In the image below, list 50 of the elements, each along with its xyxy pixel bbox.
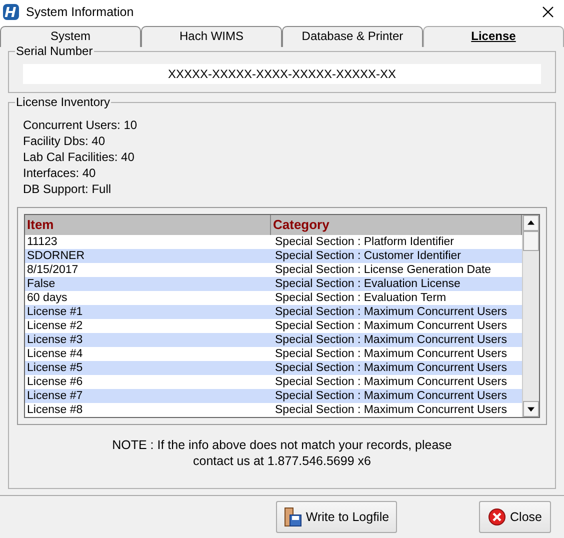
notebook-disk-icon [284,507,302,527]
table-cell-text: Special Section : Maximum Concurrent Users [274,333,508,347]
serial-number-field: XXXXX-XXXXX-XXXX-XXXXX-XXXXX-XX [23,64,541,84]
table-cell-text: Special Section : Maximum Concurrent Users [274,361,508,375]
table-cell-text: License #8 [26,403,84,417]
button[interactable]: Close [479,501,551,533]
table-cell-text: Special Section : Evaluation Term [274,291,448,305]
table-cell-text: Special Section : Evaluation License [274,277,462,291]
table-cell-text: Special Section : Maximum Concurrent Users [274,403,508,417]
column-header: Item [25,215,271,235]
tab[interactable]: License [423,26,564,47]
group-label: License Inventory [15,95,112,109]
scroll-down-icon[interactable] [523,401,539,417]
tab[interactable]: Hach WIMS [141,26,282,47]
inventory-line: Lab Cal Facilities: 40 [23,149,136,165]
scroll-up-icon[interactable] [523,215,539,231]
inventory-line: DB Support: Full [23,181,112,197]
group-label: Serial Number [15,44,94,58]
close-icon[interactable] [542,6,554,18]
tab[interactable]: System [0,26,141,47]
table-cell-text: Special Section : Maximum Concurrent Users [274,319,508,333]
table-cell-text: 60 days [26,291,68,305]
window-title: System Information [26,5,135,19]
note-text: NOTE : If the info above does not match your records, please contact us at 1.877.546.5699 x6 [111,437,453,469]
close-icon [488,508,506,526]
table-cell-text: Special Section : License Generation Date [274,263,492,277]
table-cell-text: False [26,277,56,291]
table-cell-text: Special Section : Platform Identifier [274,235,455,249]
button[interactable]: Write to Logfile [276,501,397,533]
tab[interactable]: Database & Printer [282,26,423,47]
table-cell-text: Special Section : Maximum Concurrent Users [274,305,508,319]
table-cell-text: Special Section : Customer Identifier [274,249,462,263]
table-cell-text: Special Section : Maximum Concurrent Users [274,347,508,361]
table-cell-text: 8/15/2017 [26,263,80,277]
table-cell-text: License #7 [26,389,84,403]
inventory-line: Facility Dbs: 40 [23,133,106,149]
table-cell-text: 11123 [26,235,58,249]
table-cell-text: SDORNER [26,249,86,263]
table-cell-text: License #2 [26,319,84,333]
table-cell-text: Special Section : Maximum Concurrent Users [274,389,508,403]
table-cell-text: License #3 [26,333,84,347]
table-cell-text: License #1 [26,305,84,319]
table-cell-text: License #4 [26,347,84,361]
table-cell-text: Special Section : Maximum Concurrent Users [274,375,508,389]
table-cell-text: License #6 [26,375,84,389]
table-cell-text: License #5 [26,361,84,375]
inventory-line: Concurrent Users: 10 [23,117,138,133]
scrollbar[interactable] [522,215,539,417]
scroll-thumb[interactable] [523,231,539,251]
inventory-line: Interfaces: 40 [23,165,97,181]
